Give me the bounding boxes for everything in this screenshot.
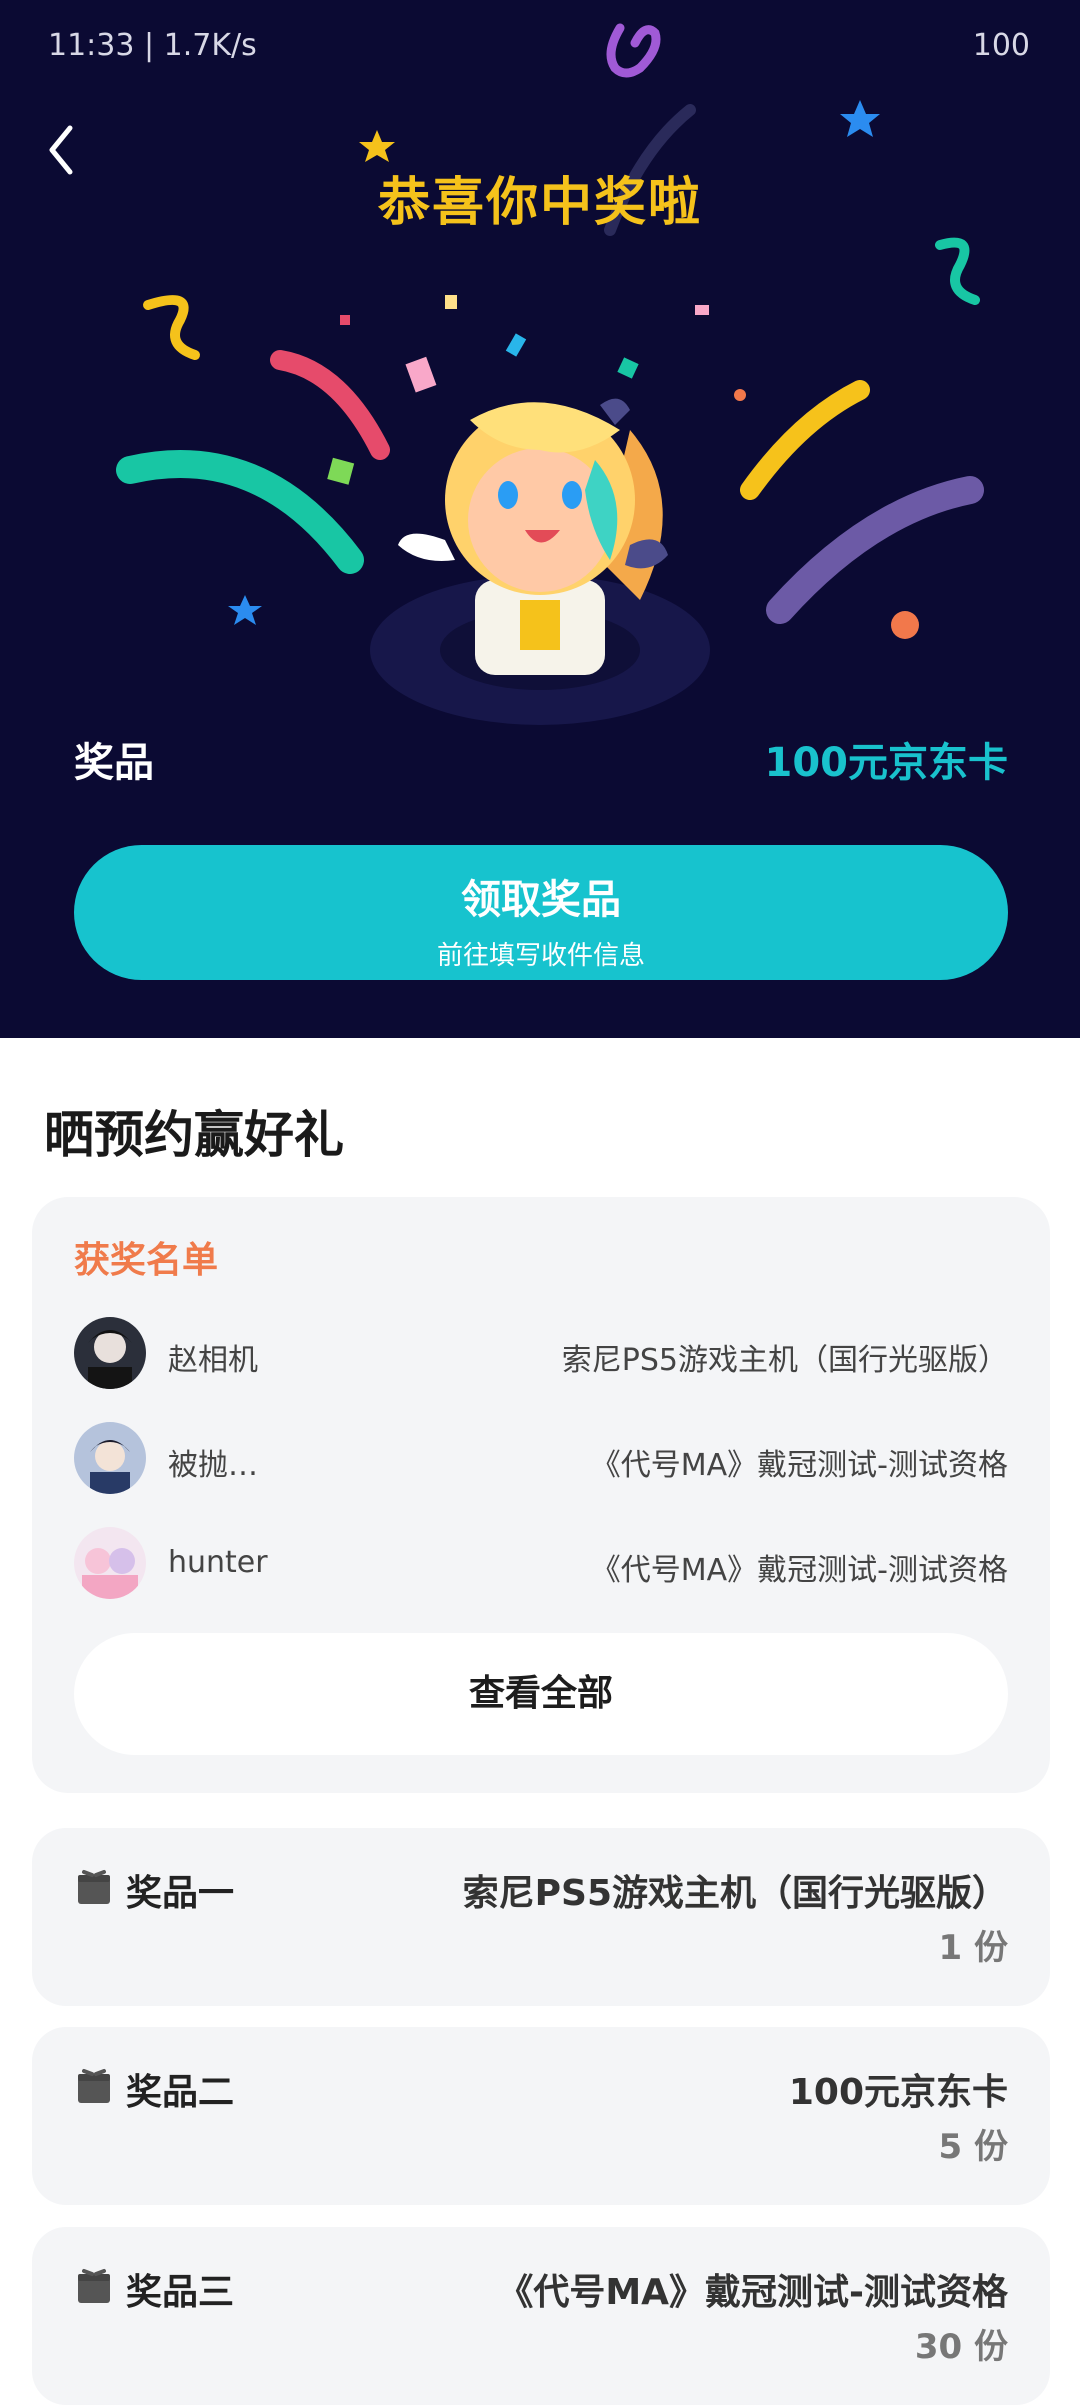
- claim-prize-button[interactable]: 领取奖品 前往填写收件信息: [74, 845, 1008, 980]
- gift-icon: [78, 1870, 110, 1904]
- prize-card: 奖品三 《代号MA》戴冠测试-测试资格 30 份: [32, 2227, 1050, 2405]
- winner-prize: 《代号MA》戴冠测试-测试资格: [590, 1553, 1008, 1588]
- prize-item-name: 索尼PS5游戏主机（国行光驱版）: [462, 1873, 1008, 1914]
- avatar: [74, 1527, 146, 1599]
- prize-card: 奖品一 索尼PS5游戏主机（国行光驱版） 1 份: [32, 1828, 1050, 2006]
- prize-quantity: 5 份: [938, 2127, 1009, 2167]
- hero-banner: 11:33 | 1.7K/s 100 恭喜你中奖啦 奖品 100元京东卡 领取奖…: [0, 0, 1080, 1038]
- prize-tier-label: 奖品一: [126, 1873, 235, 1914]
- avatar: [74, 1317, 146, 1389]
- prize-label: 奖品: [74, 740, 154, 786]
- prize-card: 奖品二 100元京东卡 5 份: [32, 2027, 1050, 2205]
- section-title: 晒预约赢好礼: [44, 1106, 344, 1164]
- battery-level: 100: [972, 28, 1030, 63]
- prize-quantity: 1 份: [938, 1928, 1009, 1968]
- prize-item-name: 100元京东卡: [788, 2072, 1008, 2113]
- winner-prize: 索尼PS5游戏主机（国行光驱版）: [561, 1343, 1008, 1378]
- app-logo-icon: [606, 23, 661, 78]
- prize-tier-label: 奖品二: [126, 2072, 235, 2113]
- gift-icon: [78, 2069, 110, 2103]
- gift-icon: [78, 2269, 110, 2303]
- claim-button-sublabel: 前往填写收件信息: [436, 941, 645, 971]
- prize-item-name: 《代号MA》戴冠测试-测试资格: [497, 2272, 1008, 2313]
- prize-tier-label: 奖品三: [126, 2272, 235, 2313]
- winners-card: 获奖名单 赵相机 索尼PS5游戏主机（国行光驱版） 被抛… 《代号MA》戴冠测试…: [32, 1197, 1050, 1793]
- avatar: [74, 1422, 146, 1494]
- status-time: 11:33 | 1.7K/s: [48, 28, 257, 63]
- winner-prize: 《代号MA》戴冠测试-测试资格: [590, 1448, 1008, 1483]
- winner-row: hunter 《代号MA》戴冠测试-测试资格: [74, 1527, 1008, 1607]
- claim-button-label: 领取奖品: [461, 877, 621, 923]
- winner-name: 赵相机: [168, 1343, 258, 1378]
- view-all-button[interactable]: 查看全部: [74, 1633, 1008, 1755]
- congrats-title: 恭喜你中奖啦: [377, 173, 702, 233]
- status-bar: 11:33 | 1.7K/s 100: [0, 18, 1080, 78]
- winner-row: 被抛… 《代号MA》戴冠测试-测试资格: [74, 1422, 1008, 1502]
- winners-title: 获奖名单: [74, 1240, 219, 1281]
- winner-name: hunter: [168, 1545, 268, 1580]
- prize-quantity: 30 份: [914, 2327, 1008, 2367]
- prize-value: 100元京东卡: [764, 740, 1009, 786]
- winner-row: 赵相机 索尼PS5游戏主机（国行光驱版）: [74, 1317, 1008, 1397]
- winner-name: 被抛…: [168, 1448, 258, 1483]
